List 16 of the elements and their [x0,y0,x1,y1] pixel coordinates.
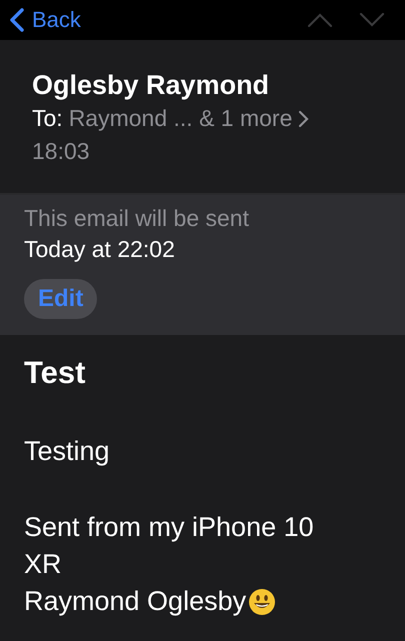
schedule-note: This email will be sent [24,204,250,233]
signature-line: XR [24,548,62,581]
chevron-down-icon[interactable] [359,12,385,28]
signature-line: Sent from my iPhone 10 [24,511,314,544]
email-body: Testing [24,435,111,468]
sent-time: 18:03 [32,137,91,166]
to-label: To: [32,104,63,133]
chevron-left-icon [8,7,26,33]
chevron-right-icon[interactable] [298,108,310,128]
chevron-up-icon[interactable] [307,12,333,28]
recipients-link[interactable]: Raymond ... & 1 more [68,102,292,135]
signature-line: Raymond Oglesby [24,585,246,618]
email-subject: Test [24,354,86,392]
back-button[interactable]: Back [8,7,81,33]
scheduled-time: Today at 22:02 [24,235,176,264]
sender-name: Oglesby Raymond [32,69,270,102]
